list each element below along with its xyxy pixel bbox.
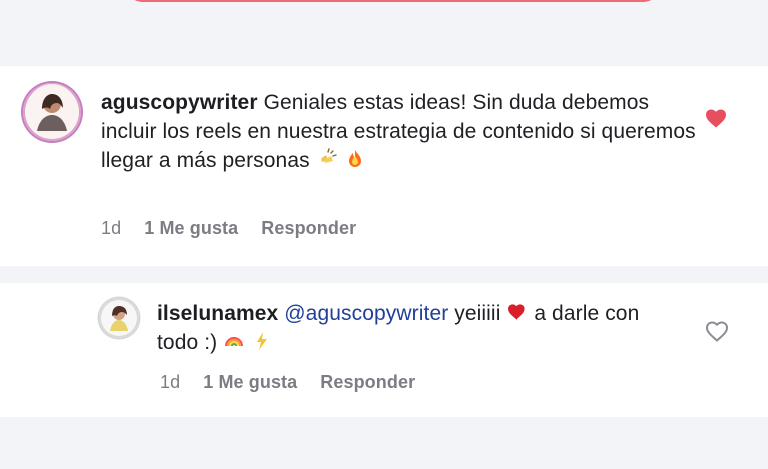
reply-reply-button[interactable]: Responder <box>320 372 415 393</box>
reply-text-before-heart: yeiiiii <box>454 302 501 325</box>
lightning-icon <box>251 330 273 352</box>
mention-link[interactable]: @aguscopywriter <box>284 302 448 325</box>
profile-photo-icon <box>25 85 79 139</box>
top-area <box>0 0 768 58</box>
reply-button[interactable]: Responder <box>261 218 356 239</box>
like-button-reply[interactable] <box>705 320 729 342</box>
comment-meta-reply: 1d 1 Me gusta Responder <box>160 372 415 393</box>
comment-body-main: aguscopywriter Geniales estas ideas! Sin… <box>101 88 701 175</box>
avatar-aguscopywriter[interactable] <box>23 83 81 141</box>
profile-photo-icon <box>101 300 137 336</box>
fire-icon <box>344 148 366 170</box>
comment-username[interactable]: aguscopywriter <box>101 91 258 114</box>
rainbow-icon <box>223 330 245 352</box>
top-input-pill[interactable] <box>128 0 658 2</box>
reply-likes-count[interactable]: 1 Me gusta <box>203 372 297 393</box>
reply-username[interactable]: ilselunamex <box>157 302 278 325</box>
likes-count[interactable]: 1 Me gusta <box>144 218 238 239</box>
comment-time: 1d <box>101 218 122 238</box>
comment-meta-main: 1d 1 Me gusta Responder <box>101 218 356 239</box>
avatar-ilselunamex[interactable] <box>99 298 139 338</box>
reply-time: 1d <box>160 372 181 392</box>
red-heart-icon <box>506 301 528 323</box>
clapping-hands-icon <box>316 148 338 170</box>
heart-outline-icon <box>705 321 729 342</box>
heart-filled-icon <box>706 109 726 128</box>
like-button-main[interactable] <box>704 107 728 129</box>
comment-body-reply: ilselunamex @aguscopywriter yeiiiii a da… <box>157 299 657 357</box>
